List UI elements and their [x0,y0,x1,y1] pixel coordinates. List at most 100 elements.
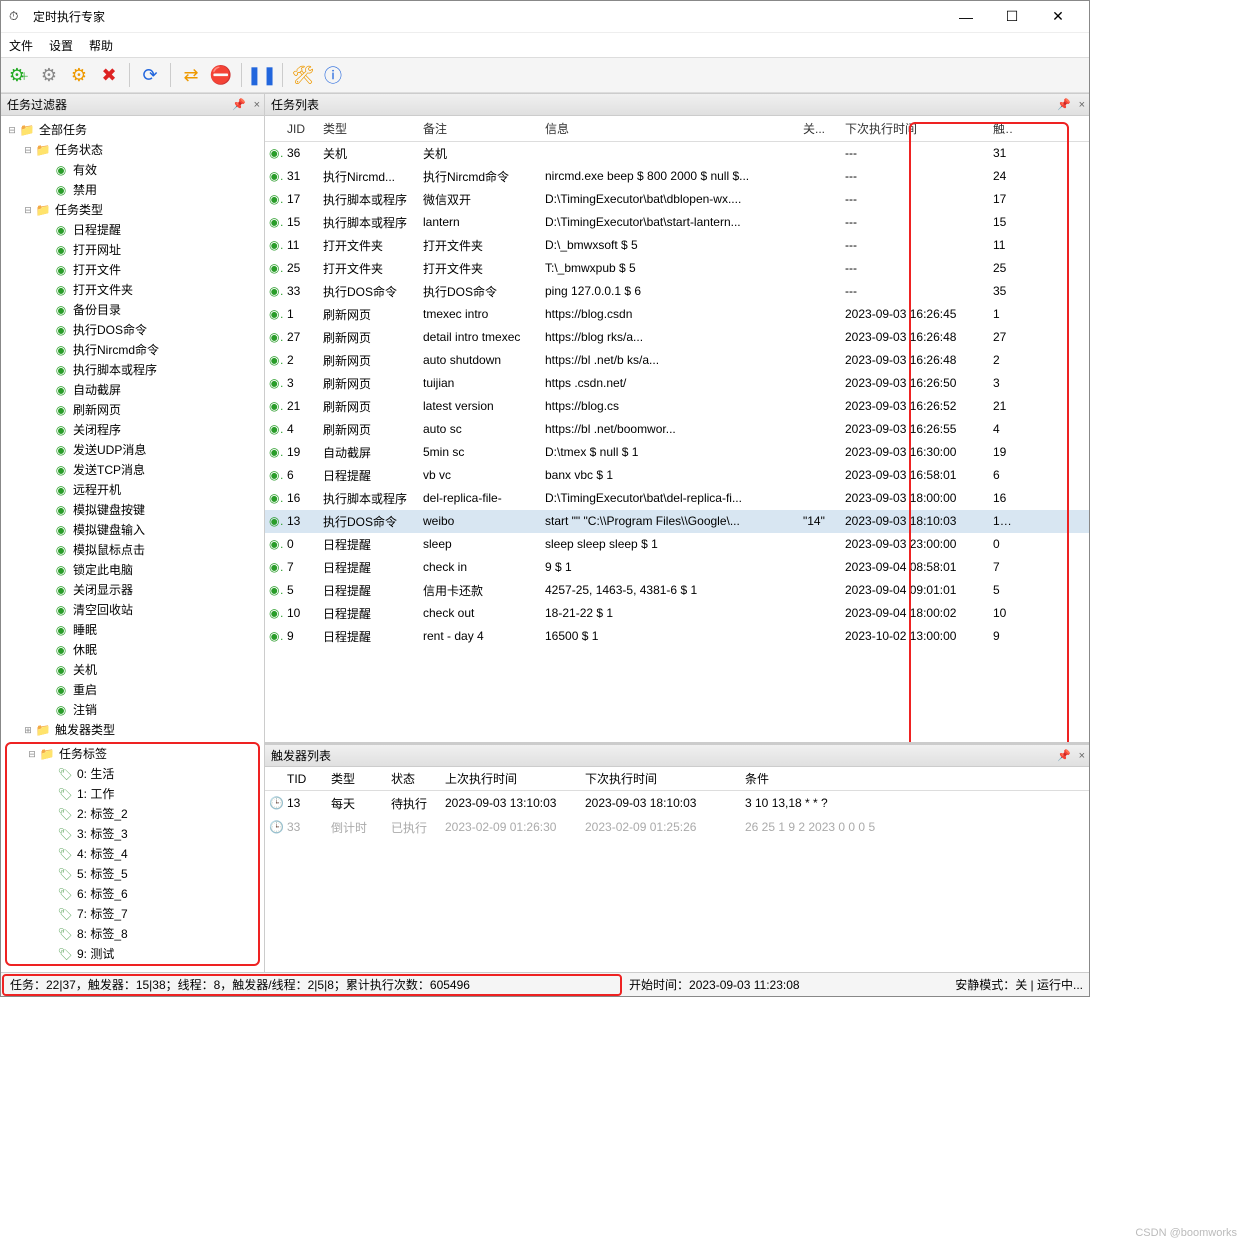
tree-item[interactable]: ◉打开文件 [3,260,262,280]
tree-item[interactable]: ◉关闭显示器 [3,580,262,600]
run-now-button[interactable]: ⇄ [177,61,205,89]
col-note[interactable]: 备注 [419,120,541,137]
tree-item[interactable]: ◉执行Nircmd命令 [3,340,262,360]
pin-icon[interactable]: 📌 [1057,98,1071,111]
task-row[interactable]: ◉ 25 打开文件夹 打开文件夹 T:\_bmwxpub $ 5 --- 25 [265,257,1089,280]
task-row[interactable]: ◉ 5 日程提醒 信用卡还款 4257-25, 1463-5, 4381-6 $… [265,579,1089,602]
tree-item[interactable]: 🏷4: 标签_4 [7,844,258,864]
task-row[interactable]: ◉ 17 执行脚本或程序 微信双开 D:\TimingExecutor\bat\… [265,188,1089,211]
tree-item[interactable]: ◉睡眠 [3,620,262,640]
menu-help[interactable]: 帮助 [89,37,113,54]
tree-item[interactable]: ◉备份目录 [3,300,262,320]
tree-item[interactable]: ◉锁定此电脑 [3,560,262,580]
tree-item[interactable]: ◉模拟鼠标点击 [3,540,262,560]
tree-item[interactable]: ◉重启 [3,680,262,700]
task-row[interactable]: ◉ 16 执行脚本或程序 del-replica-file- D:\Timing… [265,487,1089,510]
tree-item[interactable]: 🏷6: 标签_6 [7,884,258,904]
trigger-row[interactable]: 🕒 13 每天 待执行 2023-09-03 13:10:03 2023-09-… [265,791,1089,815]
tree-item[interactable]: ⊞📁触发器类型 [3,720,262,740]
close-button[interactable]: ✕ [1035,2,1081,32]
task-row[interactable]: ◉ 36 关机 关机 --- 31 [265,142,1089,165]
tree-item[interactable]: ◉刷新网页 [3,400,262,420]
task-row[interactable]: ◉ 21 刷新网页 latest version https://blog.cs… [265,395,1089,418]
stop-button[interactable]: ⛔ [207,61,235,89]
config-task-button[interactable]: ⚙ [65,61,93,89]
tree-item[interactable]: ⊟📁全部任务 [3,120,262,140]
tree-item[interactable]: ◉打开文件夹 [3,280,262,300]
col-tcond[interactable]: 条件 [741,770,1089,787]
task-row[interactable]: ◉ 11 打开文件夹 打开文件夹 D:\_bmwxsoft $ 5 --- 11 [265,234,1089,257]
tree-item[interactable]: 🏷3: 标签_3 [7,824,258,844]
task-row[interactable]: ◉ 15 执行脚本或程序 lantern D:\TimingExecutor\b… [265,211,1089,234]
menu-file[interactable]: 文件 [9,37,33,54]
col-tid[interactable]: TID [283,772,327,786]
trigger-row[interactable]: 🕒 33 倒计时 已执行 2023-02-09 01:26:30 2023-02… [265,815,1089,839]
col-tlast[interactable]: 上次执行时间 [441,770,581,787]
task-row[interactable]: ◉ 10 日程提醒 check out 18-21-22 $ 1 2023-09… [265,602,1089,625]
tree-item[interactable]: ⊟📁任务标签 [7,744,258,764]
col-type[interactable]: 类型 [319,120,419,137]
maximize-button[interactable]: ☐ [989,2,1035,32]
pause-button[interactable]: ❚❚ [248,61,276,89]
edit-task-button[interactable]: ⚙ [35,61,63,89]
col-ttype[interactable]: 类型 [327,770,387,787]
task-row[interactable]: ◉ 9 日程提醒 rent - day 4 16500 $ 1 2023-10-… [265,625,1089,648]
pin-icon[interactable]: 📌 [1057,749,1071,762]
info-button[interactable]: ⓘ [319,61,347,89]
col-tstatus[interactable]: 状态 [387,770,441,787]
tree-item[interactable]: 🏷5: 标签_5 [7,864,258,884]
tree-item[interactable]: ⊟📁任务类型 [3,200,262,220]
tree-item[interactable]: 🏷9: 测试 [7,944,258,964]
task-row[interactable]: ◉ 3 刷新网页 tuijian https .csdn.net/ 2023-0… [265,372,1089,395]
col-next[interactable]: 下次执行时间 [841,120,989,137]
delete-task-button[interactable]: ✖ [95,61,123,89]
tree-item[interactable]: 🏷7: 标签_7 [7,904,258,924]
task-list[interactable]: JID 类型 备注 信息 关... 下次执行时间 触... ◉ 36 关机 关机… [265,116,1089,742]
task-row[interactable]: ◉ 2 刷新网页 auto shutdown https://bl .net/b… [265,349,1089,372]
col-info[interactable]: 信息 [541,120,799,137]
tree-item[interactable]: ◉远程开机 [3,480,262,500]
tree-item[interactable]: ◉发送UDP消息 [3,440,262,460]
task-row[interactable]: ◉ 19 自动截屏 5min sc D:\tmex $ null $ 1 202… [265,441,1089,464]
menu-settings[interactable]: 设置 [49,37,73,54]
tree-item[interactable]: 🏷2: 标签_2 [7,804,258,824]
task-row[interactable]: ◉ 1 刷新网页 tmexec intro https://blog.csdn … [265,303,1089,326]
task-row[interactable]: ◉ 31 执行Nircmd... 执行Nircmd命令 nircmd.exe b… [265,165,1089,188]
col-tnext[interactable]: 下次执行时间 [581,770,741,787]
tools-button[interactable]: 🛠 [289,61,317,89]
task-row[interactable]: ◉ 6 日程提醒 vb vc banx vbc $ 1 2023-09-03 1… [265,464,1089,487]
tree-item[interactable]: ◉模拟键盘输入 [3,520,262,540]
tree-item[interactable]: ◉模拟键盘按键 [3,500,262,520]
tree-item[interactable]: ◉打开网址 [3,240,262,260]
task-row[interactable]: ◉ 13 执行DOS命令 weibo start "" "C:\\Program… [265,510,1089,533]
task-filter-tree[interactable]: ⊟📁全部任务⊟📁任务状态◉有效◉禁用⊟📁任务类型◉日程提醒◉打开网址◉打开文件◉… [1,116,264,972]
tree-item[interactable]: ◉有效 [3,160,262,180]
col-chu[interactable]: 触... [989,120,1013,137]
tree-item[interactable]: ◉禁用 [3,180,262,200]
task-row[interactable]: ◉ 4 刷新网页 auto sc https://bl .net/boomwor… [265,418,1089,441]
close-panel-icon[interactable]: × [1079,750,1085,762]
tree-item[interactable]: 🏷8: 标签_8 [7,924,258,944]
close-panel-icon[interactable]: × [254,99,260,111]
close-panel-icon[interactable]: × [1079,99,1085,111]
task-row[interactable]: ◉ 27 刷新网页 detail intro tmexec https://bl… [265,326,1089,349]
tree-item[interactable]: ◉注销 [3,700,262,720]
tree-item[interactable]: 🏷0: 生活 [7,764,258,784]
tree-item[interactable]: ◉关机 [3,660,262,680]
tree-item[interactable]: ◉清空回收站 [3,600,262,620]
add-task-button[interactable]: ⚙＋ [5,61,33,89]
tree-item[interactable]: ◉执行脚本或程序 [3,360,262,380]
tree-item[interactable]: ◉发送TCP消息 [3,460,262,480]
minimize-button[interactable]: — [943,2,989,32]
task-row[interactable]: ◉ 33 执行DOS命令 执行DOS命令 ping 127.0.0.1 $ 6 … [265,280,1089,303]
task-row[interactable]: ◉ 0 日程提醒 sleep sleep sleep sleep $ 1 202… [265,533,1089,556]
tree-item[interactable]: ◉关闭程序 [3,420,262,440]
col-guan[interactable]: 关... [799,120,841,137]
tree-item[interactable]: ⊟📁任务状态 [3,140,262,160]
pin-icon[interactable]: 📌 [232,98,246,111]
tree-item[interactable]: ◉自动截屏 [3,380,262,400]
refresh-button[interactable]: ⟳ [136,61,164,89]
tree-item[interactable]: ◉执行DOS命令 [3,320,262,340]
tree-item[interactable]: ◉日程提醒 [3,220,262,240]
tree-item[interactable]: 🏷1: 工作 [7,784,258,804]
